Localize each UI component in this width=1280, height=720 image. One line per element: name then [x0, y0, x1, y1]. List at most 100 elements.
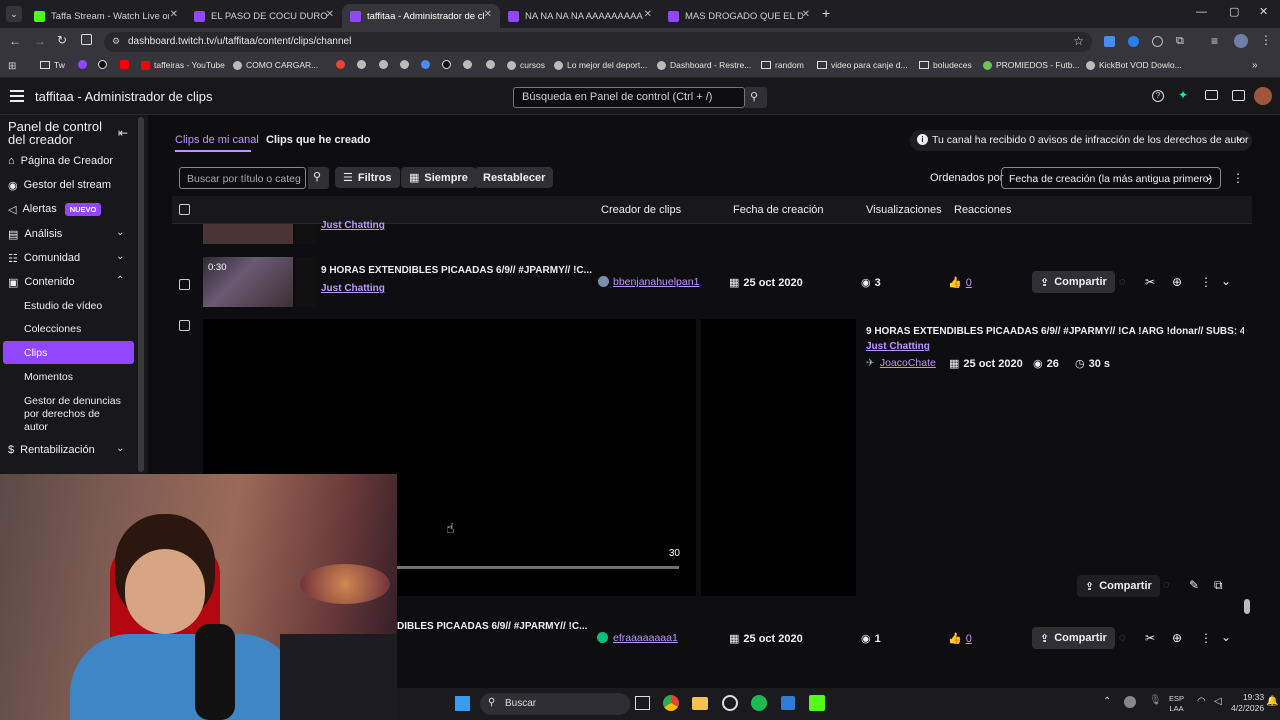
column-reactions[interactable]: Reacciones	[954, 204, 1011, 216]
clip-search-input[interactable]: Buscar por título o categ	[179, 167, 306, 189]
close-icon[interactable]: ✕	[326, 9, 334, 20]
clip-category-link[interactable]: Just Chatting	[321, 220, 385, 231]
puzzle-icon[interactable]: ⧉	[1176, 35, 1184, 48]
sort-select[interactable]: Fecha de creación (la más antigua primer…	[1001, 167, 1221, 189]
share-button[interactable]: ⇪ Compartir	[1077, 575, 1160, 597]
share-button[interactable]: ⇪ Compartir	[1032, 627, 1115, 649]
chevron-down-icon[interactable]: ⌄	[1221, 274, 1231, 288]
bookmark-item[interactable]	[400, 60, 413, 69]
bookmark-item[interactable]	[486, 60, 499, 69]
volume-icon[interactable]: ◁	[1214, 696, 1222, 707]
content-scrollbar-thumb[interactable]	[1244, 599, 1250, 614]
site-info-icon[interactable]: ⚙	[112, 36, 120, 47]
more-bookmarks-icon[interactable]: »	[1252, 60, 1258, 71]
row-checkbox[interactable]	[179, 320, 190, 331]
bookmark-folder[interactable]: random	[761, 60, 804, 70]
dashboard-search-input[interactable]: Búsqueda en Panel de control (Ctrl + /)	[513, 87, 745, 108]
user-avatar[interactable]	[1254, 87, 1272, 105]
help-icon[interactable]: ?	[1152, 90, 1164, 102]
more-options-icon[interactable]: ⋮	[1200, 275, 1212, 289]
sidebar-item-momentos[interactable]: Momentos	[24, 371, 73, 383]
clip-category-link[interactable]: Just Chatting	[866, 341, 930, 352]
add-to-collection-icon[interactable]: ⊕	[1172, 275, 1182, 289]
bookmark-item[interactable]	[442, 60, 455, 69]
sidebar-item-estudio[interactable]: Estudio de vídeo	[24, 300, 102, 312]
bookmark-folder[interactable]: boludeces	[919, 60, 972, 70]
microphone-icon[interactable]: 🎙	[1149, 695, 1162, 706]
creator-spark-icon[interactable]: ✦	[1178, 88, 1188, 102]
bookmark-item[interactable]: Lo mejor del deport...	[554, 60, 647, 70]
bookmark-item[interactable]	[421, 60, 434, 69]
bookmark-item[interactable]: taffeiras - YouTube	[141, 60, 225, 70]
clip-title-expanded[interactable]: 9 HORAS EXTENDIBLES PICAADAS 6/9// #JPAR…	[866, 326, 1244, 337]
back-icon[interactable]: ←	[9, 34, 21, 48]
task-view-icon[interactable]	[635, 696, 650, 710]
clip-creator-link[interactable]: ✈ JoacoChate	[866, 357, 936, 369]
bookmark-item[interactable]	[463, 60, 476, 69]
sidebar-item-gestor[interactable]: ◉ Gestor del stream	[8, 175, 111, 195]
tab-groups-icon[interactable]: ≡	[1211, 34, 1218, 48]
column-views[interactable]: Visualizaciones	[866, 204, 942, 216]
profile-avatar[interactable]	[1234, 34, 1248, 48]
bookmark-folder[interactable]: video para canje d...	[817, 60, 908, 70]
clip-title[interactable]: DIBLES PICAADAS 6/9// #JPARMY// !C...	[397, 621, 587, 632]
bookmark-item[interactable]	[379, 60, 392, 69]
chevron-down-icon[interactable]: ⌄	[116, 443, 124, 454]
clip-creator-link[interactable]: bbenjanahuelpan1	[598, 276, 699, 288]
tab-search-icon[interactable]: ⌄	[6, 6, 22, 22]
wifi-icon[interactable]: ◠	[1197, 696, 1206, 707]
chevron-down-icon[interactable]: ⌄	[116, 227, 124, 238]
browser-menu-icon[interactable]: ⋮	[1260, 33, 1272, 47]
clip-category-link[interactable]: Just Chatting	[321, 283, 385, 294]
edit-pencil-icon[interactable]: ✎	[1189, 578, 1199, 592]
extension-icon[interactable]	[1128, 36, 1139, 47]
clip-reactions[interactable]: 👍 0	[948, 632, 972, 645]
clip-title[interactable]: 9 HORAS EXTENDIBLES PICAADAS 6/9// #JPAR…	[321, 265, 592, 276]
sidebar-scrollbar[interactable]	[138, 117, 144, 472]
clip-creator-link[interactable]: efraaaaaaaa1	[597, 632, 678, 644]
sidebar-item-rentabilizacion[interactable]: $ Rentabilización	[8, 440, 95, 460]
scissors-icon[interactable]: ✂	[1145, 275, 1155, 289]
clip-reactions[interactable]: 👍 0	[948, 276, 972, 289]
spotify-icon[interactable]	[751, 695, 767, 711]
inbox-icon[interactable]	[1205, 90, 1218, 100]
chevron-down-icon[interactable]: ⌄	[116, 251, 124, 262]
apps-icon[interactable]: ⊞	[8, 61, 16, 72]
close-icon[interactable]: ✕	[484, 9, 492, 20]
time-range-button[interactable]: ▦ Siempre	[401, 167, 476, 188]
column-date[interactable]: Fecha de creación	[733, 204, 824, 216]
sidebar-item-comunidad[interactable]: ☷ Comunidad	[8, 248, 80, 268]
clip-search-button[interactable]: ⚲	[308, 167, 329, 189]
language-indicator[interactable]: ESP LAA	[1169, 694, 1184, 714]
player-progress-bar[interactable]	[397, 566, 679, 569]
bookmark-item[interactable]	[120, 60, 133, 69]
chrome-icon[interactable]	[663, 695, 679, 711]
close-icon[interactable]: ✕	[170, 9, 178, 20]
sidebar-item-denuncias[interactable]: Gestor de denuncias por derechos de auto…	[24, 395, 124, 434]
sidebar-item-contenido[interactable]: ▣ Contenido	[8, 272, 75, 292]
sidebar-item-colecciones[interactable]: Colecciones	[24, 323, 81, 335]
sidebar-item-analisis[interactable]: ▤ Análisis	[8, 224, 62, 244]
browser-tab-1[interactable]: Taffa Stream - Watch Live on Ki✕	[26, 4, 186, 28]
reset-button[interactable]: Restablecer	[475, 167, 554, 188]
reload-icon[interactable]: ↻	[57, 33, 67, 47]
browser-tab-2[interactable]: EL PASO DE COCU DURO PAAA✕	[186, 4, 342, 28]
clip-thumbnail[interactable]: 0:30	[203, 257, 293, 307]
tab-clips-mi-canal[interactable]: Clips de mi canal	[175, 134, 259, 146]
notification-icon[interactable]: 🔔	[1266, 696, 1278, 707]
obs-icon[interactable]	[722, 695, 738, 711]
whispers-icon[interactable]	[1232, 90, 1245, 101]
chevron-up-icon[interactable]: ⌃	[116, 275, 124, 286]
tray-app-icon[interactable]	[1124, 696, 1136, 708]
bookmark-star-icon[interactable]: ☆	[1073, 34, 1084, 48]
maximize-icon[interactable]: ▢	[1229, 5, 1239, 18]
file-explorer-icon[interactable]	[692, 697, 708, 710]
copyright-notice[interactable]: i Tu canal ha recibido 0 avisos de infra…	[910, 130, 1252, 151]
row-checkbox[interactable]	[179, 279, 190, 290]
bookmark-item[interactable]	[78, 60, 91, 69]
windows-start-icon[interactable]	[455, 696, 470, 711]
new-tab-icon[interactable]: +	[822, 5, 830, 21]
url-field[interactable]: ⚙ dashboard.twitch.tv/u/taffitaa/content…	[104, 32, 1092, 52]
more-options-icon[interactable]: ⋮	[1200, 631, 1212, 645]
store-icon[interactable]	[781, 696, 795, 710]
